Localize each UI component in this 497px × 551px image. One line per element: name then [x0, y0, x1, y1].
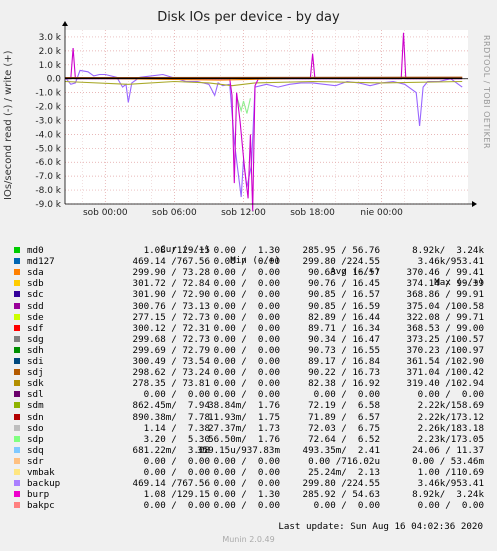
legend-name: vmbak	[27, 467, 55, 478]
legend-max: 375.04 /100.58	[406, 300, 484, 312]
legend-name: sdp	[27, 433, 44, 445]
legend-max: 24.06 / 11.37	[412, 444, 484, 456]
legend-name: sdo	[27, 422, 44, 434]
legend-swatch	[14, 435, 20, 442]
legend-name: sdc	[27, 289, 44, 301]
legend-swatch	[14, 480, 20, 487]
legend-swatch	[14, 457, 20, 464]
legend-name: sde	[27, 311, 44, 323]
legend-max: 0.00 / 0.00	[417, 389, 484, 401]
legend-max: 374.14 / 99.39	[406, 278, 484, 290]
x-tick-label: sob 06:00	[152, 208, 197, 218]
y-tick-label: -1.0 k	[35, 89, 61, 99]
legend-swatch	[14, 247, 20, 253]
legend-swatch	[14, 358, 20, 364]
legend-max: 368.86 / 99.91	[406, 289, 484, 301]
legend-max: 322.08 / 99.71	[406, 311, 484, 323]
legend-swatch	[14, 324, 20, 331]
legend-swatch	[14, 258, 20, 265]
legend-name: sdn	[27, 411, 44, 423]
chart-plot: sob 00:00 sob 06:00 sob 12:00 sob 18:00 nie …	[35, 21, 477, 218]
legend-swatch	[14, 424, 20, 431]
legend-max: 3.46k/953.41	[417, 478, 484, 490]
legend-name: sdd	[27, 300, 44, 312]
legend-max: 2.26k/183.18	[417, 422, 484, 434]
legend-max: 370.46 / 99.41	[406, 267, 484, 279]
y-tick-label: -4.0 k	[35, 130, 61, 140]
legend-name: sdl	[27, 389, 44, 401]
legend-swatch	[14, 491, 20, 498]
legend-name: md0	[27, 245, 44, 256]
legend-swatch	[14, 369, 20, 376]
legend-max: 8.92k/ 3.24k	[412, 489, 484, 501]
legend-name: sda	[27, 267, 44, 279]
legend-name: sdq	[27, 444, 44, 456]
y-tick-label: -7.0 k	[35, 172, 61, 182]
legend-name: backup	[27, 478, 61, 490]
legend-max: 2.22k/158.69	[417, 400, 484, 412]
x-tick-label: sob 00:00	[83, 208, 128, 218]
legend-max: 0.00 / 0.00	[417, 500, 484, 512]
legend-swatch	[14, 269, 20, 276]
legend-name: sdj	[27, 367, 44, 379]
x-tick-label: nie 00:00	[360, 208, 403, 218]
y-tick-label: -3.0 k	[35, 116, 61, 126]
legend-name: burp	[27, 489, 50, 501]
legend-max: 8.92k/ 3.24k	[412, 245, 484, 256]
legend-name: bakpc	[27, 500, 55, 512]
legend-swatch	[14, 313, 20, 320]
legend-max: 368.53 / 99.00	[406, 322, 484, 334]
legend-swatch	[14, 402, 20, 409]
legend-swatch	[14, 302, 20, 309]
legend-max: 319.40 /102.94	[406, 378, 484, 390]
x-axis-arrow	[472, 201, 477, 207]
y-tick-label: -8.0 k	[35, 186, 61, 196]
x-tick-label: sob 18:00	[290, 208, 335, 218]
legend-name: md127	[27, 256, 55, 268]
legend-swatch	[14, 413, 20, 420]
legend-swatch	[14, 502, 20, 509]
y-tick-label: -6.0 k	[35, 158, 61, 168]
legend-max: 2.22k/173.12	[417, 411, 484, 423]
y-tick-label: 3.0 k	[39, 33, 62, 43]
legend-max: 370.23 /100.97	[406, 344, 484, 356]
legend-max: 2.23k/173.05	[417, 433, 484, 445]
legend-max: 3.46k/953.41	[417, 256, 484, 268]
legend-max: 0.00 / 53.46m	[412, 455, 484, 467]
x-tick-label: sob 12:00	[221, 208, 266, 218]
legend-name: sdg	[27, 333, 44, 345]
legend-swatch	[14, 291, 20, 298]
legend-name: sdh	[27, 344, 44, 356]
legend-swatch	[14, 280, 20, 287]
legend-max: 373.25 /100.57	[406, 333, 484, 345]
legend-name: sdf	[27, 322, 44, 334]
y-tick-label: -2.0 k	[35, 103, 61, 113]
y-tick-label: 1.0 k	[39, 61, 62, 71]
legend-swatch	[14, 335, 20, 342]
y-tick-label: -5.0 k	[35, 144, 61, 154]
y-tick-label: 2.0 k	[39, 47, 62, 57]
legend-swatch	[14, 346, 20, 353]
y-tick-label: 0.0	[47, 75, 62, 85]
legend-name: sdb	[27, 278, 44, 290]
last-update: Last update: Sun Aug 16 04:02:36 2020	[278, 521, 483, 532]
legend-name: sdm	[27, 400, 44, 412]
legend-header-row: Cur (-/+) Min (-/+) Avg (-/+) Max (-/+)	[0, 233, 484, 288]
legend-max: 371.04 /100.42	[406, 367, 484, 379]
legend-max: 361.54 /102.90	[406, 356, 484, 367]
legend-max: 1.00 /110.69	[417, 467, 484, 478]
legend-name: sdr	[27, 455, 44, 467]
legend-swatch	[14, 469, 20, 475]
legend-name: sdi	[27, 356, 44, 367]
y-axis-arrow	[62, 21, 68, 26]
legend-swatch	[14, 380, 20, 387]
legend-swatch	[14, 391, 20, 398]
footer-version: Munin 2.0.49	[222, 535, 275, 544]
legend-swatch	[14, 446, 20, 453]
legend-name: sdk	[27, 378, 44, 390]
y-tick-label: -9.0 k	[35, 200, 61, 210]
